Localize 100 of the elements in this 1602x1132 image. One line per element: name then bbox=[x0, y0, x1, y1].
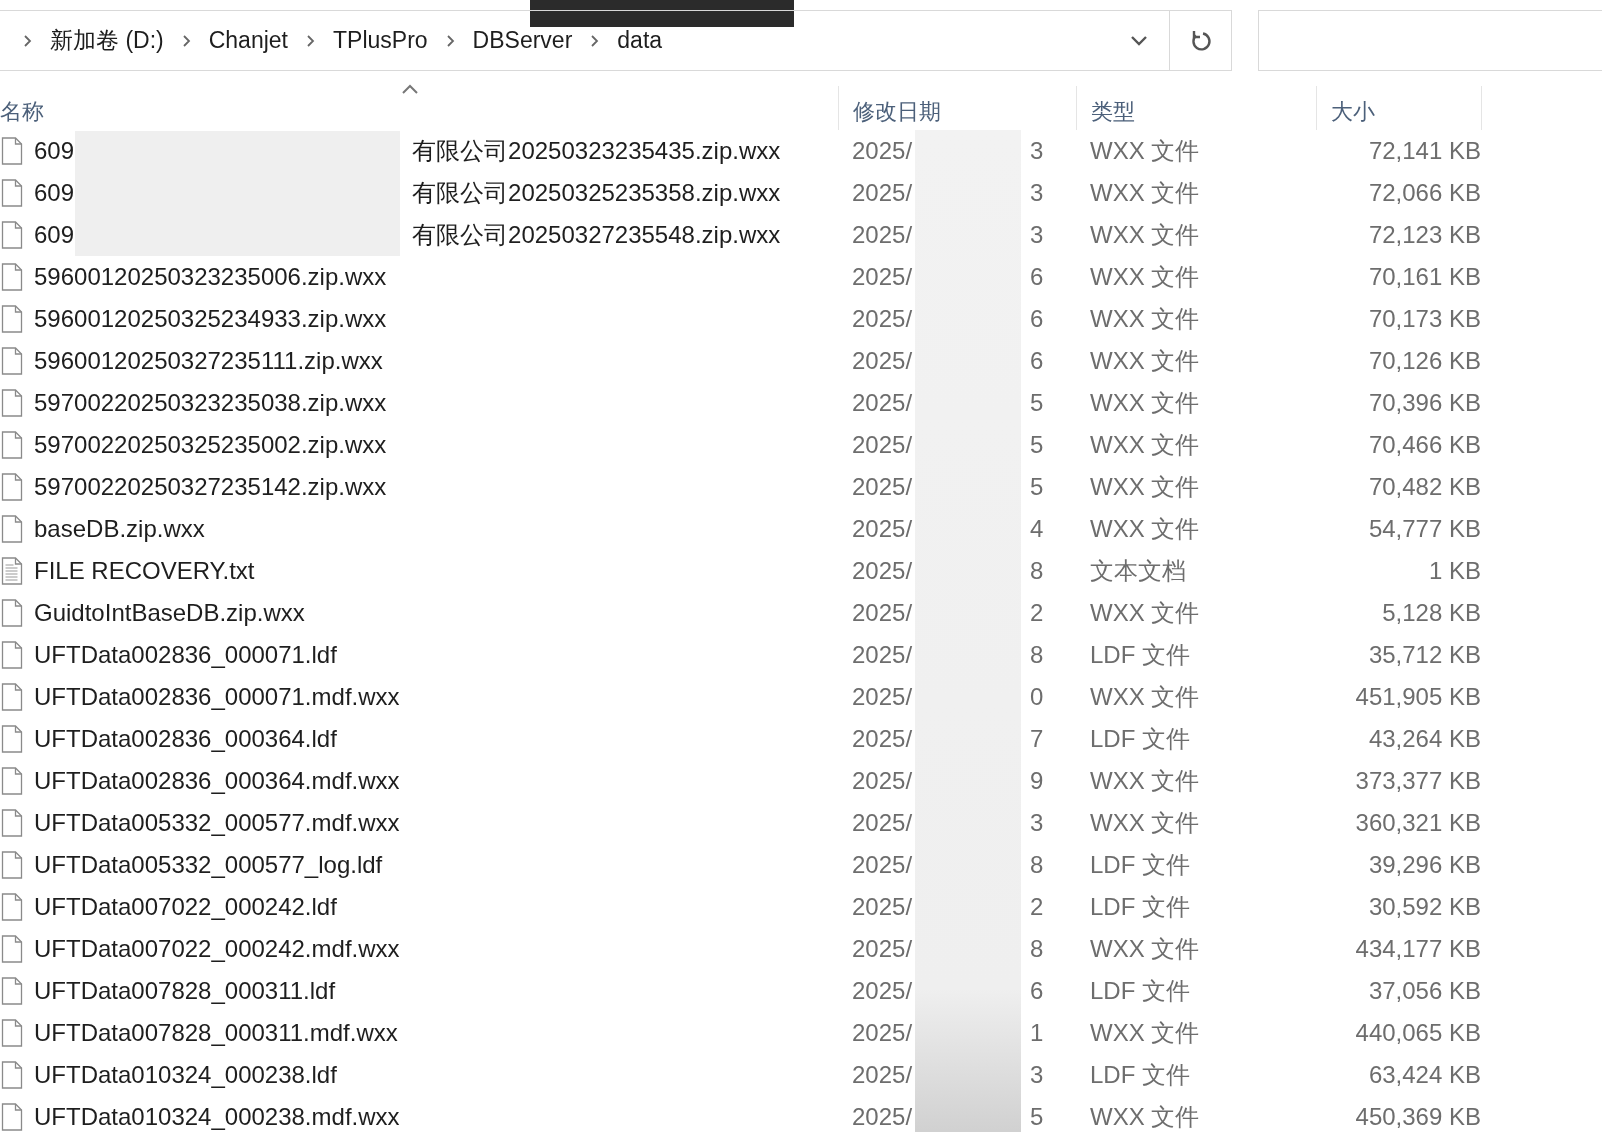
modified-date: 2025/ bbox=[852, 724, 913, 754]
modified-date: 2025/ bbox=[852, 178, 913, 208]
address-bar[interactable]: 新加卷 (D:) Chanjet TPlusPro DBServer data bbox=[0, 10, 1232, 71]
file-type: WXX 文件 bbox=[1089, 346, 1201, 376]
file-size: 43,264 KB bbox=[1367, 724, 1481, 754]
file-name[interactable]: UFTData007828_000311.mdf.wxx bbox=[34, 1015, 398, 1051]
file-name[interactable]: GuidtoIntBaseDB.zip.wxx bbox=[34, 595, 305, 631]
file-type: WXX 文件 bbox=[1089, 388, 1201, 418]
file-size: 450,369 KB bbox=[1354, 1102, 1481, 1132]
modified-date: 2025/ bbox=[852, 808, 913, 838]
file-size: 72,123 KB bbox=[1367, 220, 1481, 250]
modified-date: 3 bbox=[1030, 136, 1044, 166]
file-size: 70,466 KB bbox=[1367, 430, 1481, 460]
file-name[interactable]: UFTData005332_000577_log.ldf bbox=[34, 847, 383, 883]
breadcrumb-item[interactable]: DBServer bbox=[472, 23, 573, 58]
file-name[interactable]: 有限公司20250323235435.zip.wxx bbox=[412, 133, 781, 169]
file-name[interactable]: UFTData002836_000364.ldf bbox=[34, 721, 337, 757]
modified-date: 8 bbox=[1030, 640, 1044, 670]
column-header[interactable]: 类型 bbox=[1077, 86, 1316, 130]
modified-date: 4 bbox=[1030, 514, 1044, 544]
file-type: LDF 文件 bbox=[1089, 1060, 1191, 1090]
breadcrumb-item[interactable]: data bbox=[617, 23, 663, 58]
breadcrumb-item[interactable]: 新加卷 (D:) bbox=[50, 23, 164, 58]
file-type: WXX 文件 bbox=[1089, 262, 1201, 292]
file-name[interactable]: 有限公司20250327235548.zip.wxx bbox=[412, 217, 781, 253]
modified-date: 2025/ bbox=[852, 304, 913, 334]
file-name[interactable]: UFTData005332_000577.mdf.wxx bbox=[34, 805, 400, 841]
file-type: WXX 文件 bbox=[1089, 304, 1201, 334]
file-size: 63,424 KB bbox=[1367, 1060, 1481, 1090]
file-name[interactable]: UFTData002836_000364.mdf.wxx bbox=[34, 763, 400, 799]
chevron-down-icon bbox=[1130, 35, 1148, 46]
file-icon bbox=[1, 977, 23, 1005]
file-name[interactable]: 609 bbox=[34, 133, 75, 169]
file-name[interactable]: 59600120250325234933.zip.wxx bbox=[34, 301, 387, 337]
file-name[interactable]: UFTData007828_000311.ldf bbox=[34, 973, 336, 1009]
modified-date: 6 bbox=[1030, 262, 1044, 292]
file-name[interactable]: 59600120250327235111.zip.wxx bbox=[34, 343, 383, 379]
file-size: 39,296 KB bbox=[1367, 850, 1481, 880]
modified-date: 2025/ bbox=[852, 766, 913, 796]
modified-date: 5 bbox=[1030, 1102, 1044, 1132]
file-name[interactable]: baseDB.zip.wxx bbox=[34, 511, 205, 547]
file-name[interactable]: UFTData007022_000242.ldf bbox=[34, 889, 337, 925]
file-name[interactable]: 59700220250327235142.zip.wxx bbox=[34, 469, 387, 505]
modified-date: 5 bbox=[1030, 472, 1044, 502]
search-field[interactable] bbox=[1258, 10, 1602, 71]
modified-date: 2025/ bbox=[852, 598, 913, 628]
modified-date: 9 bbox=[1030, 766, 1044, 796]
file-icon bbox=[1, 305, 23, 333]
file-name[interactable]: 59700220250323235038.zip.wxx bbox=[34, 385, 387, 421]
file-icon bbox=[1, 515, 23, 543]
file-type: WXX 文件 bbox=[1089, 220, 1201, 250]
file-name[interactable]: UFTData010324_000238.mdf.wxx bbox=[34, 1099, 400, 1132]
modified-date: 8 bbox=[1030, 850, 1044, 880]
file-name[interactable]: UFTData007022_000242.mdf.wxx bbox=[34, 931, 400, 967]
file-name[interactable]: 59700220250325235002.zip.wxx bbox=[34, 427, 387, 463]
file-name[interactable]: FILE RECOVERY.txt bbox=[34, 553, 255, 589]
modified-date: 6 bbox=[1030, 976, 1044, 1006]
modified-date: 3 bbox=[1030, 808, 1044, 838]
file-name[interactable]: UFTData002836_000071.ldf bbox=[34, 637, 337, 673]
file-size: 70,161 KB bbox=[1367, 262, 1481, 292]
file-icon bbox=[1, 179, 23, 207]
column-header[interactable]: 大小 bbox=[1317, 86, 1481, 130]
file-size: 35,712 KB bbox=[1367, 640, 1481, 670]
file-icon bbox=[1, 725, 23, 753]
file-name[interactable]: 有限公司20250325235358.zip.wxx bbox=[412, 175, 781, 211]
file-icon bbox=[1, 1019, 23, 1047]
modified-date: 2025/ bbox=[852, 976, 913, 1006]
file-icon bbox=[1, 935, 23, 963]
modified-date: 2025/ bbox=[852, 640, 913, 670]
file-size: 70,396 KB bbox=[1367, 388, 1481, 418]
modified-date: 2025/ bbox=[852, 220, 913, 250]
file-size: 1 KB bbox=[1427, 556, 1481, 586]
file-size: 5,128 KB bbox=[1381, 598, 1481, 628]
modified-date: 2025/ bbox=[852, 262, 913, 292]
column-header[interactable]: 修改日期 bbox=[839, 86, 1076, 130]
file-size: 360,321 KB bbox=[1354, 808, 1481, 838]
modified-date: 2025/ bbox=[852, 1102, 913, 1132]
modified-date: 8 bbox=[1030, 934, 1044, 964]
file-icon bbox=[1, 599, 23, 627]
file-name[interactable]: UFTData002836_000071.mdf.wxx bbox=[34, 679, 400, 715]
file-icon bbox=[1, 641, 23, 669]
modified-date: 3 bbox=[1030, 220, 1044, 250]
file-size: 30,592 KB bbox=[1367, 892, 1481, 922]
file-name[interactable]: 609 bbox=[34, 175, 75, 211]
file-icon bbox=[1, 389, 23, 417]
modified-date: 3 bbox=[1030, 178, 1044, 208]
file-icon bbox=[1, 431, 23, 459]
modified-date: 5 bbox=[1030, 430, 1044, 460]
column-header[interactable]: 名称 bbox=[0, 86, 838, 130]
file-size: 373,377 KB bbox=[1354, 766, 1481, 796]
file-name[interactable]: UFTData010324_000238.ldf bbox=[34, 1057, 337, 1093]
breadcrumb-item[interactable]: TPlusPro bbox=[333, 23, 428, 58]
file-icon bbox=[1, 473, 23, 501]
file-name[interactable]: 609 bbox=[34, 217, 75, 253]
breadcrumb-item[interactable]: Chanjet bbox=[208, 23, 288, 58]
file-icon bbox=[1, 347, 23, 375]
file-type: WXX 文件 bbox=[1089, 1018, 1201, 1048]
modified-date: 7 bbox=[1030, 724, 1044, 754]
file-type: WXX 文件 bbox=[1089, 766, 1201, 796]
file-name[interactable]: 59600120250323235006.zip.wxx bbox=[34, 259, 387, 295]
